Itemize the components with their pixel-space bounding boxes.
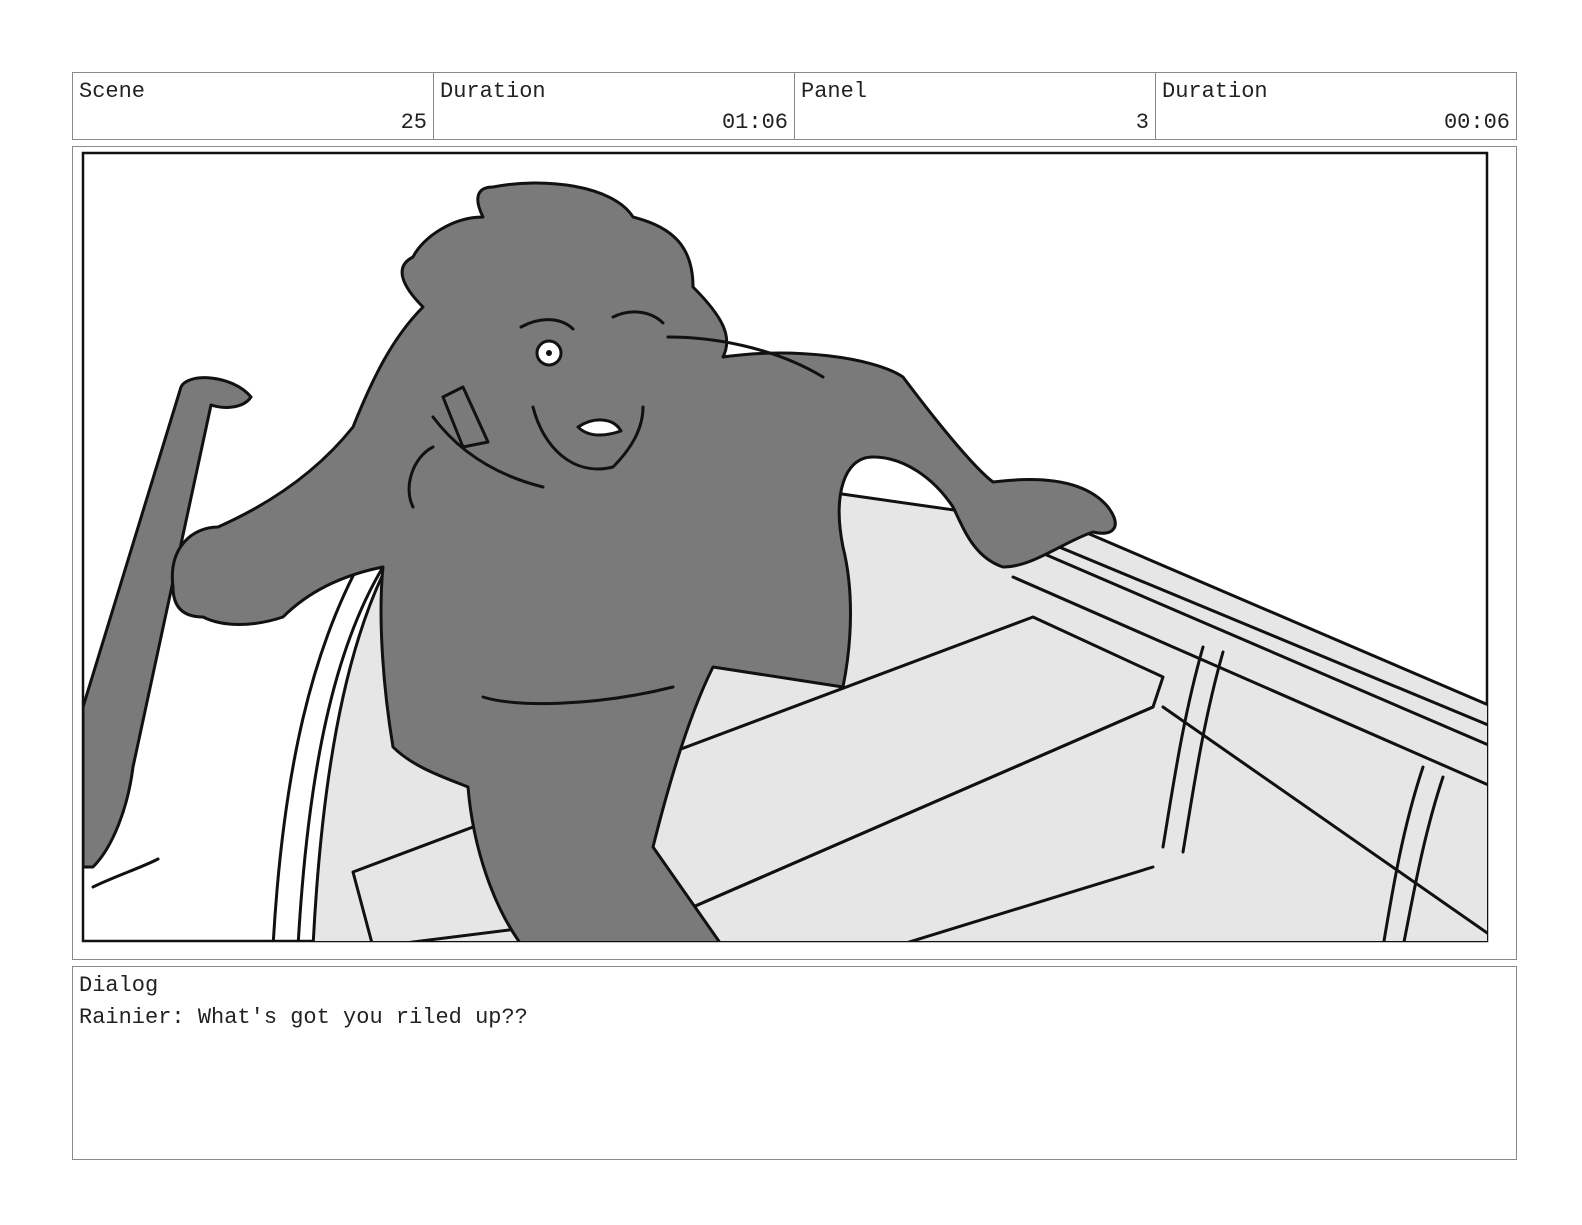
panel-duration-value: 00:06 <box>1443 110 1510 135</box>
panel-duration-cell: Duration 00:06 <box>1156 73 1516 139</box>
panel-label: Panel <box>801 79 868 104</box>
storyboard-sketch-icon <box>81 151 1489 943</box>
scene-duration-label: Duration <box>440 79 546 104</box>
scene-label: Scene <box>79 79 146 104</box>
scene-duration-cell: Duration 01:06 <box>434 73 795 139</box>
scene-cell: Scene 25 <box>73 73 434 139</box>
dialog-text: Rainier: What's got you riled up?? <box>79 1005 528 1030</box>
dialog-label: Dialog <box>79 973 159 998</box>
panel-duration-label: Duration <box>1162 79 1268 104</box>
storyboard-panel <box>72 146 1517 960</box>
scene-value: 25 <box>400 110 427 135</box>
scene-duration-value: 01:06 <box>721 110 788 135</box>
panel-header: Scene 25 Duration 01:06 Panel 3 Duration… <box>72 72 1517 140</box>
panel-cell: Panel 3 <box>795 73 1156 139</box>
dialog-box: Dialog Rainier: What's got you riled up?… <box>72 966 1517 1160</box>
panel-value: 3 <box>1135 110 1149 135</box>
